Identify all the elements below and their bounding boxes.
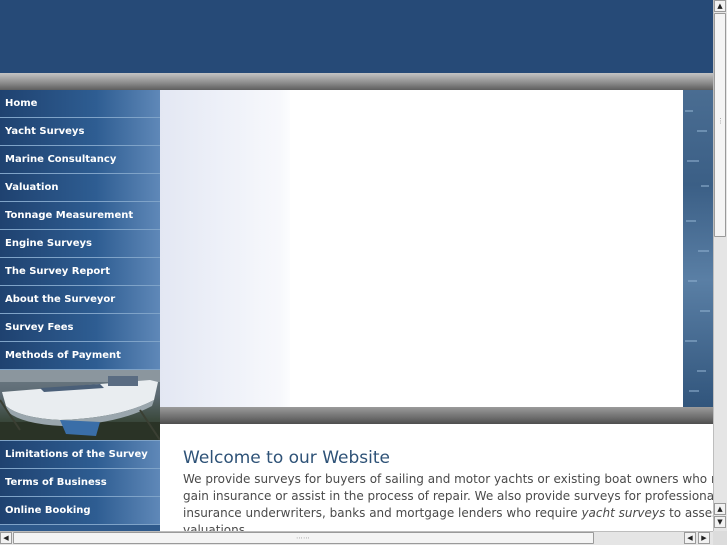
- horizontal-scroll-thumb[interactable]: ⋯⋯: [13, 532, 594, 544]
- nav-item-home[interactable]: Home: [0, 90, 160, 118]
- nav-item-survey-fees[interactable]: Survey Fees: [0, 314, 160, 342]
- scroll-up-icon[interactable]: ▲: [714, 0, 726, 12]
- intro-line-2: gain insurance or assist in the process …: [183, 489, 713, 503]
- nav-item-methods-of-payment[interactable]: Methods of Payment: [0, 342, 160, 370]
- nav-item-engine-surveys[interactable]: Engine Surveys: [0, 230, 160, 258]
- sidebar-nav: Home Yacht Surveys Marine Consultancy Va…: [0, 90, 160, 531]
- nav-item-yacht-surveys[interactable]: Yacht Surveys: [0, 118, 160, 146]
- nav-item-tonnage-measurement[interactable]: Tonnage Measurement: [0, 202, 160, 230]
- intro-line-4: valuations: [183, 523, 245, 531]
- intro-line-3-start: insurance underwriters, banks and mortga…: [183, 506, 582, 520]
- nav-item-about-surveyor[interactable]: About the Surveyor: [0, 286, 160, 314]
- site-header: [0, 0, 713, 73]
- page-viewport: Home Yacht Surveys Marine Consultancy Va…: [0, 0, 713, 531]
- scroll-up-icon-lower[interactable]: ▲: [714, 503, 726, 515]
- intro-line-1: We provide surveys for buyers of sailing…: [183, 472, 713, 486]
- horizontal-scrollbar[interactable]: ◀ ⋯⋯ ◀ ▶: [0, 531, 713, 545]
- intro-emphasis: yacht surveys: [581, 506, 666, 520]
- header-divider-bar: [0, 73, 713, 90]
- boat-photo: [0, 370, 160, 441]
- main-content: Welcome to our Website We provide survey…: [160, 424, 713, 531]
- nav-item-online-booking[interactable]: Online Booking: [0, 497, 160, 525]
- banner-image: [160, 90, 713, 407]
- banner-blank-area: [290, 90, 683, 407]
- intro-paragraph: We provide surveys for buyers of sailing…: [183, 471, 713, 531]
- scroll-right-icon[interactable]: ▶: [698, 532, 710, 544]
- banner-divider-bar: [160, 407, 713, 424]
- intro-line-3-end: to assess th: [669, 506, 713, 520]
- nav-item-limitations[interactable]: Limitations of the Survey: [0, 441, 160, 469]
- page-title: Welcome to our Website: [183, 448, 390, 468]
- grip-icon: ⋮⋮: [717, 117, 727, 125]
- scroll-left-icon[interactable]: ◀: [0, 532, 12, 544]
- vertical-scrollbar[interactable]: ▲ ⋮⋮ ▲ ▼: [713, 0, 727, 531]
- sea-photo-strip: [683, 90, 713, 407]
- nav-item-terms-of-business[interactable]: Terms of Business: [0, 469, 160, 497]
- vertical-scroll-thumb[interactable]: ⋮⋮: [714, 13, 727, 237]
- nav-item-survey-report[interactable]: The Survey Report: [0, 258, 160, 286]
- grip-icon-horizontal: ⋯⋯: [296, 534, 310, 542]
- scroll-left-icon-right[interactable]: ◀: [684, 532, 696, 544]
- scrollbar-corner: [713, 531, 727, 545]
- nav-item-marine-consultancy[interactable]: Marine Consultancy: [0, 146, 160, 174]
- nav-item-valuation[interactable]: Valuation: [0, 174, 160, 202]
- scroll-down-icon[interactable]: ▼: [714, 516, 726, 528]
